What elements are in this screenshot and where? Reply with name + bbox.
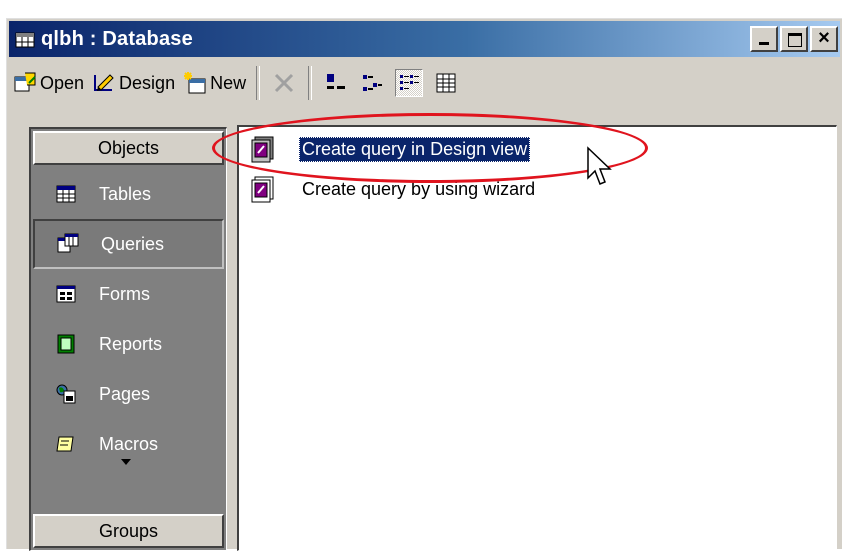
large-icons-view-button[interactable]: [323, 70, 349, 96]
list-item-create-query-wizard[interactable]: Create query by using wizard: [249, 175, 538, 203]
open-icon: [14, 72, 36, 92]
design-icon: [94, 74, 114, 91]
create-query-wizard-icon: [251, 176, 274, 203]
window-title: qlbh : Database: [41, 27, 193, 50]
page-icon: [56, 384, 76, 404]
design-label: Design: [119, 72, 176, 93]
object-item-reports[interactable]: Reports: [33, 319, 224, 369]
object-label-reports: Reports: [99, 333, 163, 354]
design-button[interactable]: Design: [88, 65, 179, 101]
new-icon: [184, 72, 206, 94]
minimize-button[interactable]: [750, 26, 778, 52]
toolbar-separator: [256, 66, 261, 100]
database-window: qlbh : Database × Open Design New Object…: [6, 18, 842, 551]
open-label: Open: [40, 72, 85, 93]
large-icons-view-icon: [327, 74, 346, 89]
scroll-down-icon[interactable]: [121, 459, 131, 465]
mouse-pointer-icon: [587, 146, 612, 185]
object-label-pages: Pages: [99, 383, 151, 404]
toolbar-separator: [308, 66, 313, 100]
list-view-button[interactable]: [395, 69, 424, 97]
objects-list: Tables Queries Forms Reports Pages Macro…: [33, 169, 224, 469]
object-item-tables[interactable]: Tables: [33, 169, 224, 219]
objects-list-pane: Create query in Design view Create query…: [237, 125, 837, 551]
groups-button[interactable]: Groups: [33, 514, 224, 548]
new-button[interactable]: New: [179, 65, 250, 101]
object-label-forms: Forms: [99, 283, 150, 304]
list-item-label: Create query by using wizard: [302, 178, 536, 199]
database-toolbar: Open Design New: [9, 61, 840, 105]
maximize-button[interactable]: [780, 26, 808, 52]
object-item-pages[interactable]: Pages: [33, 369, 224, 419]
window-controls: ×: [750, 26, 838, 52]
close-button[interactable]: ×: [810, 26, 838, 52]
table-icon: [56, 185, 76, 203]
object-label-macros: Macros: [99, 433, 159, 454]
query-icon: [57, 233, 79, 253]
object-item-queries[interactable]: Queries: [33, 219, 224, 269]
details-view-icon: [436, 73, 456, 93]
form-icon: [56, 285, 76, 303]
list-item-label: Create query in Design view: [299, 136, 531, 162]
list-view-icon: [400, 75, 420, 90]
details-view-button[interactable]: [433, 70, 459, 96]
list-item-create-query-design[interactable]: Create query in Design view: [249, 135, 531, 163]
object-label-queries: Queries: [101, 233, 165, 254]
delete-icon: [275, 73, 294, 93]
objects-header-button[interactable]: Objects: [33, 131, 224, 165]
delete-button[interactable]: [271, 70, 297, 96]
object-item-forms[interactable]: Forms: [33, 269, 224, 319]
small-icons-view-icon: [363, 75, 383, 91]
objects-bar: Objects Tables Queries Forms Reports Pag…: [29, 127, 227, 551]
title-bar[interactable]: qlbh : Database ×: [9, 21, 840, 57]
report-icon: [57, 334, 75, 354]
object-label-tables: Tables: [99, 183, 152, 204]
small-icons-view-button[interactable]: [359, 70, 385, 96]
create-query-design-icon: [251, 136, 274, 163]
new-label: New: [210, 72, 247, 93]
macro-icon: [56, 436, 74, 452]
database-icon: [15, 32, 35, 48]
open-button[interactable]: Open: [9, 65, 88, 101]
